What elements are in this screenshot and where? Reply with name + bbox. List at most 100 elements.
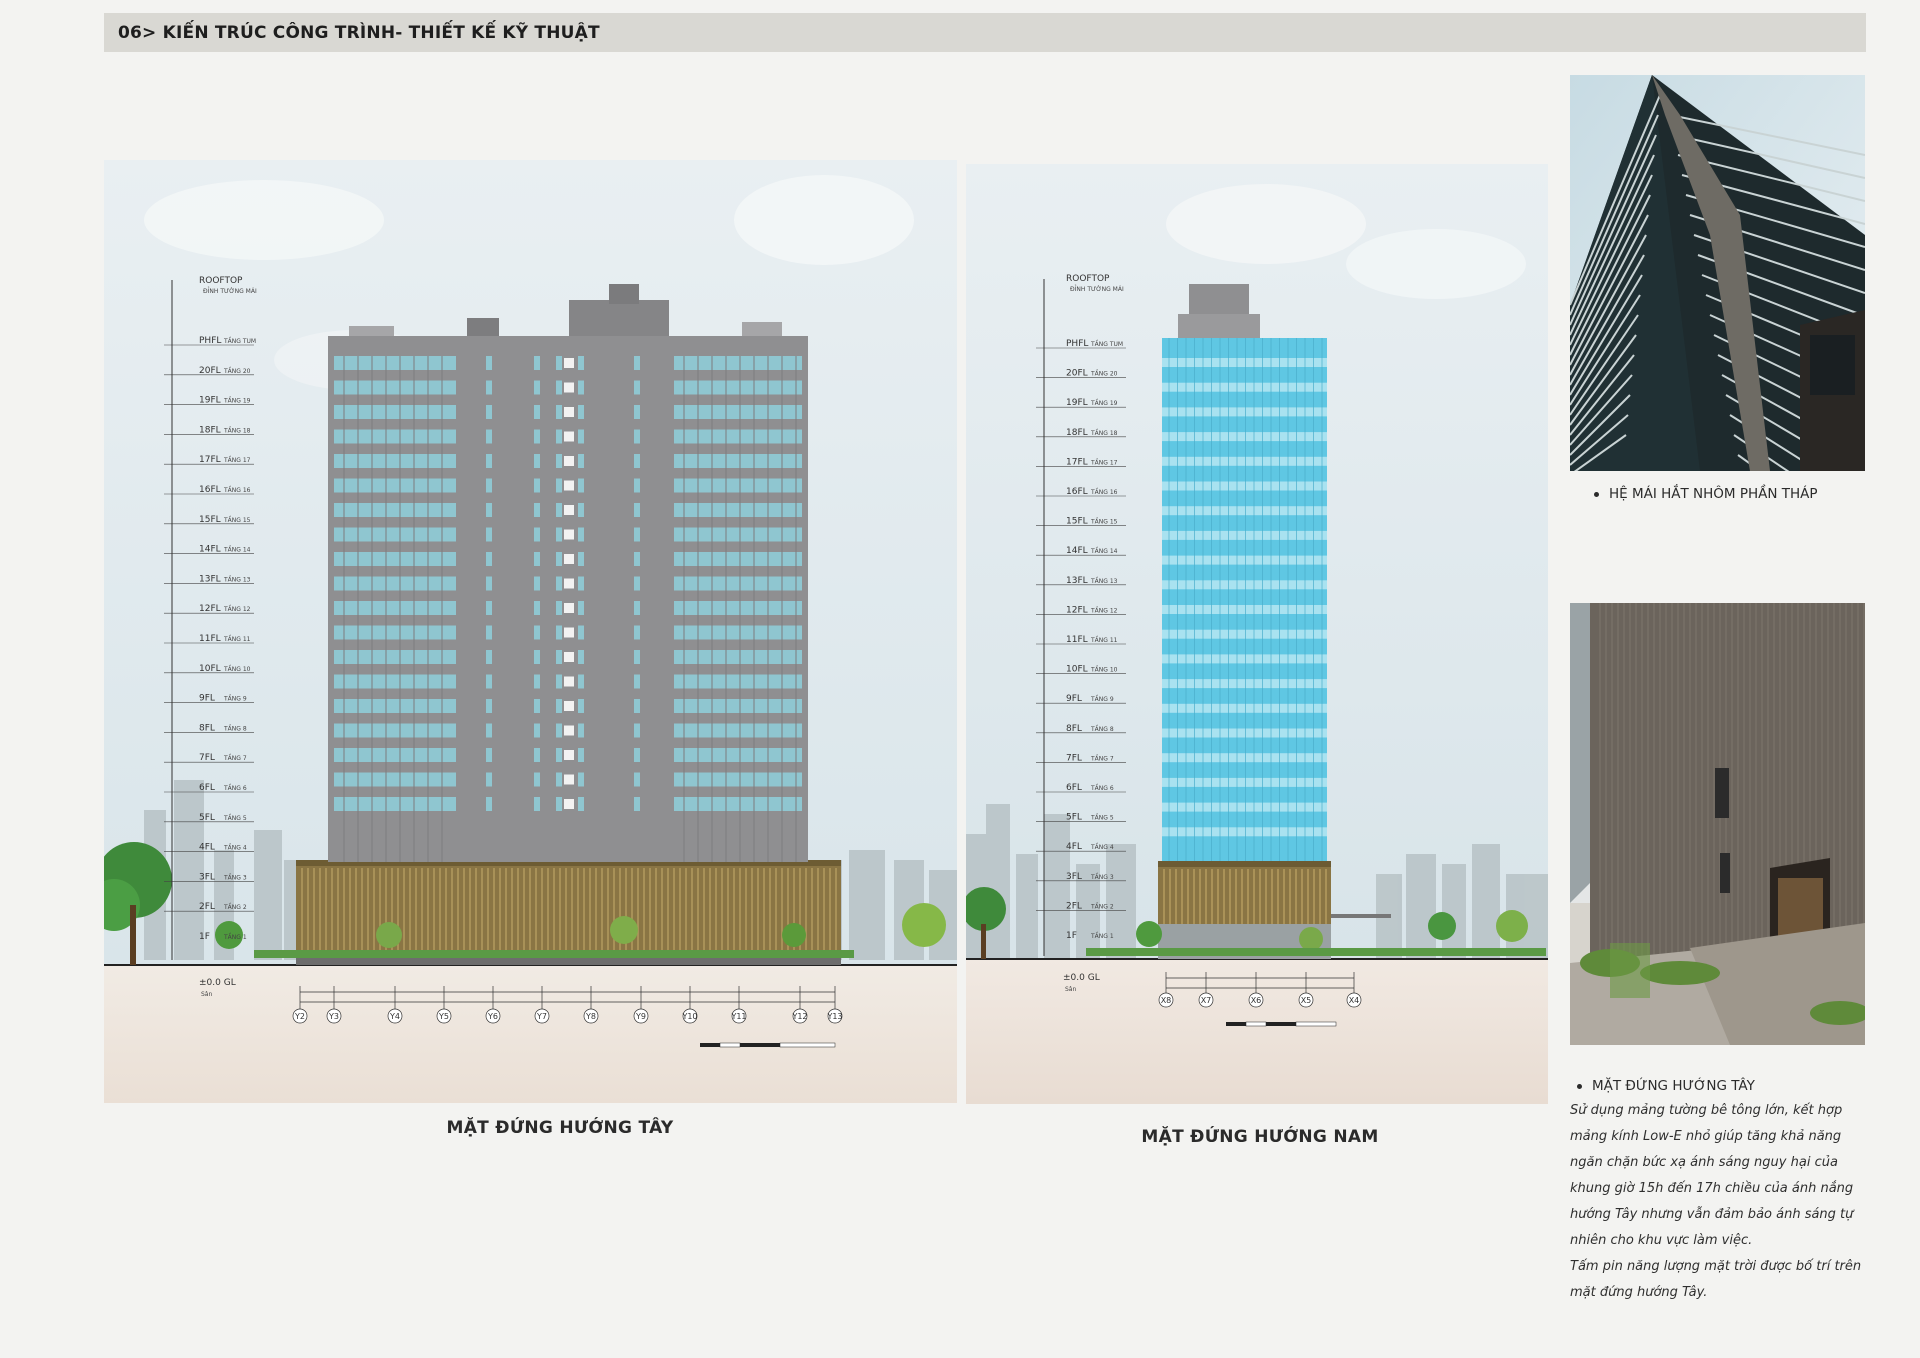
window-white <box>564 505 574 515</box>
glass-band <box>674 552 802 566</box>
glass-slit <box>578 478 584 493</box>
glass-slit <box>578 723 584 738</box>
level-code: 8FL <box>1066 724 1082 734</box>
level-name: TẦNG 19 <box>1090 399 1118 407</box>
glass-slit <box>556 429 562 444</box>
grid-axis-label: Y5 <box>438 1012 449 1021</box>
glass-slit <box>634 356 640 370</box>
level-code: 8FL <box>199 723 215 733</box>
glass-slit <box>634 429 640 444</box>
glass-band <box>674 429 802 444</box>
level-code: 18FL <box>1066 428 1088 438</box>
level-code: 13FL <box>199 574 221 584</box>
west-gl-sub: Sân <box>201 991 212 998</box>
glass-spandrel <box>1162 777 1327 787</box>
glass-slit <box>486 405 492 419</box>
description-text: Sử dụng mảng tường bê tông lớn, kết hợp … <box>1570 1098 1870 1306</box>
glass-band <box>334 552 456 566</box>
level-name: TẦNG 6 <box>223 784 247 792</box>
glass-slit <box>634 699 640 713</box>
glass-band <box>674 576 802 591</box>
bullet-top-text: HỆ MÁI HẮT NHÔM PHẦN THÁP <box>1609 486 1818 502</box>
desc-line: Sử dụng mảng tường bê tông lớn, kết hợp <box>1570 1103 1843 1118</box>
level-name: TẦNG 1 <box>223 933 247 941</box>
level-name: TẦNG 3 <box>1090 873 1114 881</box>
window-white <box>564 529 574 540</box>
level-code: 15FL <box>1066 517 1088 527</box>
south-elevation-drawing: PHFL TẦNG TUM 20FL TẦNG 20 19FL TẦNG 19 18FL TẦ… <box>966 164 1548 1104</box>
grid-axis-label: X5 <box>1301 996 1312 1005</box>
level-name: TẦNG 20 <box>1090 370 1118 378</box>
glass-band <box>334 625 456 640</box>
glass-slit <box>486 552 492 566</box>
grid-axis-label: X8 <box>1161 996 1172 1005</box>
glass-spandrel <box>1162 580 1327 590</box>
desc-line: ngăn chặn bức xạ ánh sáng nguy hại của <box>1570 1155 1838 1170</box>
window-white <box>564 676 574 687</box>
glass-slit <box>634 552 640 566</box>
glass-spandrel <box>1162 728 1327 738</box>
bullet-bottom: MẶT ĐỨNG HƯỚNG TÂY <box>1577 1078 1755 1094</box>
level-code: 9FL <box>199 694 215 704</box>
bullet-top: HỆ MÁI HẮT NHÔM PHẦN THÁP <box>1594 486 1818 502</box>
glass-slit <box>634 797 640 811</box>
grid-axis-label: X4 <box>1349 996 1360 1005</box>
glass-band <box>674 748 802 762</box>
west-elevation-drawing: PHFL TẦNG TUM 20FL TẦNG 20 19FL TẦNG 19 18FL TẦ… <box>104 160 957 1103</box>
grid-axis-label: Y10 <box>681 1012 697 1021</box>
glass-band <box>334 699 456 713</box>
glass-band <box>674 650 802 664</box>
glass-spandrel <box>1162 703 1327 713</box>
level-name: TẦNG 10 <box>1090 666 1118 674</box>
level-code: 19FL <box>1066 398 1088 408</box>
glass-slit <box>578 797 584 811</box>
glass-spandrel <box>1162 407 1327 417</box>
glass-slit <box>534 625 540 640</box>
south-gl-sub: Sân <box>1065 986 1076 993</box>
glass-spandrel <box>1162 481 1327 491</box>
level-code: 12FL <box>1066 605 1088 615</box>
desc-line: khung giờ 15h đến 17h chiều của ánh nắng <box>1570 1181 1854 1196</box>
window-white <box>564 554 574 564</box>
level-code: 1F <box>199 932 210 942</box>
level-code: 6FL <box>199 783 215 793</box>
level-name: TẦNG 11 <box>1090 636 1118 644</box>
window-white <box>564 578 574 589</box>
level-code: 17FL <box>1066 457 1088 467</box>
level-code: 2FL <box>199 902 215 912</box>
desc-line: Tấm pin năng lượng mặt trời được bố trí … <box>1570 1259 1862 1274</box>
glass-slit <box>534 772 540 787</box>
desc-line: nhiên cho khu vực làm việc. <box>1570 1233 1753 1248</box>
level-code: 3FL <box>199 872 215 882</box>
grid-axis-label: Y11 <box>730 1012 746 1021</box>
window-white <box>564 431 574 442</box>
glass-band <box>334 380 456 395</box>
south-elevation-svg: PHFL TẦNG TUM20FL TẦNG 2019FL TẦNG 1918FL TẦ… <box>966 164 1548 1104</box>
glass-slit <box>556 380 562 395</box>
glass-spandrel <box>1162 382 1327 392</box>
glass-slit <box>486 478 492 493</box>
window-white <box>564 750 574 760</box>
glass-band <box>674 674 802 689</box>
window-white <box>564 652 574 662</box>
glass-band <box>334 723 456 738</box>
level-code: 20FL <box>1066 369 1088 379</box>
level-name: TẦNG 14 <box>223 546 251 554</box>
glass-slit <box>578 503 584 517</box>
glass-spandrel <box>1162 827 1327 837</box>
level-code: 17FL <box>199 455 221 465</box>
level-code: 12FL <box>199 604 221 614</box>
glass-slit <box>534 405 540 419</box>
glass-slit <box>578 601 584 615</box>
glass-spandrel <box>1162 629 1327 639</box>
glass-slit <box>486 625 492 640</box>
level-code: 15FL <box>199 515 221 525</box>
level-name: TẦNG 20 <box>223 367 251 375</box>
level-code: 10FL <box>199 664 221 674</box>
glass-slit <box>556 601 562 615</box>
west-rooftop-label: ROOFTOP <box>199 276 243 286</box>
glass-spandrel <box>1162 679 1327 689</box>
glass-slit <box>634 650 640 664</box>
level-name: TẦNG 1 <box>1090 932 1114 940</box>
glass-slit <box>534 478 540 493</box>
